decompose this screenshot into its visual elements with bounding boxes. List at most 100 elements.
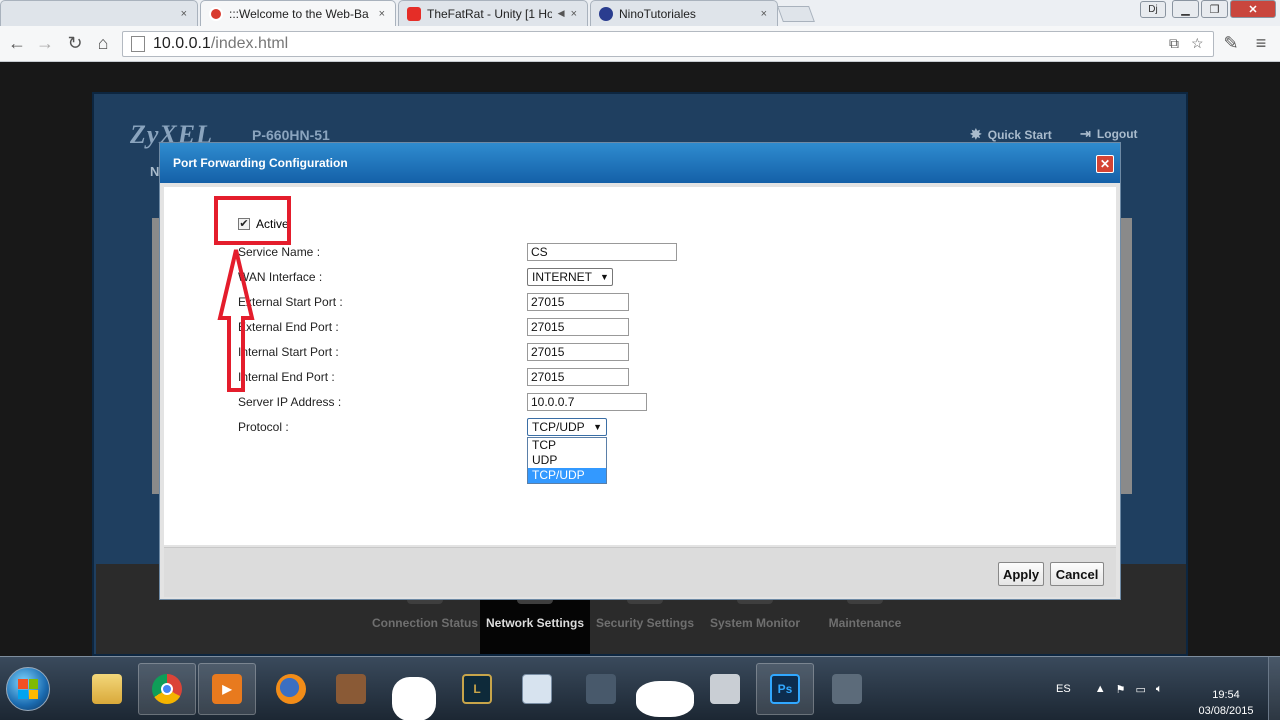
user-profile-badge[interactable]: Dj bbox=[1140, 1, 1166, 18]
taskbar-firefox[interactable] bbox=[262, 663, 320, 715]
dialog-body: ✔ Active Service Name : CS WAN Interface… bbox=[164, 187, 1116, 545]
firefox-icon bbox=[276, 674, 306, 704]
tab-title: :::Welcome to the Web-Ba bbox=[229, 6, 369, 21]
router-favicon-icon bbox=[209, 6, 223, 21]
internal-end-port-field[interactable]: 27015 bbox=[527, 368, 629, 386]
tab-close-icon[interactable]: × bbox=[181, 8, 187, 20]
youtube-favicon-icon bbox=[407, 6, 421, 21]
clock-time: 19:54 bbox=[1212, 689, 1240, 701]
apply-button[interactable]: Apply bbox=[998, 562, 1044, 586]
chevron-down-icon: ▼ bbox=[600, 272, 609, 282]
browser-tab-2[interactable]: :::Welcome to the Web-Ba × bbox=[200, 0, 396, 26]
restore-button[interactable]: ❐ bbox=[1201, 0, 1228, 18]
counter-strike-icon bbox=[586, 674, 616, 704]
tab-close-icon[interactable]: × bbox=[761, 8, 767, 20]
dialog-title: Port Forwarding Configuration bbox=[160, 143, 1120, 183]
forward-arrow-icon[interactable]: → bbox=[34, 32, 56, 54]
menu-icon[interactable]: ≡ bbox=[1250, 32, 1272, 54]
external-start-port-field[interactable]: 27015 bbox=[527, 293, 629, 311]
wan-interface-select[interactable]: INTERNET ▼ bbox=[527, 268, 613, 286]
tab-close-icon[interactable]: × bbox=[379, 8, 385, 20]
taskbar-keyboard[interactable] bbox=[508, 663, 566, 715]
taskbar-game-1[interactable] bbox=[322, 663, 380, 715]
clock-date: 03/08/2015 bbox=[1198, 705, 1254, 717]
protocol-label: Protocol : bbox=[238, 420, 289, 434]
taskbar-joystick[interactable] bbox=[818, 663, 876, 715]
server-ip-field[interactable]: 10.0.0.7 bbox=[527, 393, 647, 411]
system-clock[interactable]: 19:54 03/08/2015 bbox=[1196, 687, 1256, 719]
taskbar-photoshop[interactable]: Ps bbox=[756, 663, 814, 715]
speaker-icon: ◀ bbox=[557, 8, 565, 18]
browser-tab-4[interactable]: NinoTutoriales × bbox=[590, 0, 778, 26]
bookmark-star-icon[interactable]: ☆ bbox=[1191, 35, 1204, 52]
window-controls: ▁ ❐ ✕ bbox=[1172, 0, 1276, 18]
home-icon[interactable]: ⌂ bbox=[92, 32, 114, 54]
action-center-flag-icon[interactable]: ⚑ bbox=[1116, 683, 1126, 696]
keyboard-icon bbox=[522, 674, 552, 704]
tab-title: NinoTutoriales bbox=[619, 6, 696, 21]
folder-icon bbox=[92, 674, 122, 704]
service-name-field[interactable]: CS bbox=[527, 243, 677, 261]
pen-extension-icon[interactable]: ✎ bbox=[1220, 32, 1242, 54]
taskbar-controller[interactable] bbox=[696, 663, 754, 715]
redacted-icon bbox=[392, 677, 436, 720]
show-desktop-button[interactable] bbox=[1268, 657, 1280, 720]
site-favicon-icon bbox=[599, 6, 613, 21]
chrome-icon bbox=[152, 674, 182, 704]
game-character-icon bbox=[336, 674, 366, 704]
protocol-option-udp[interactable]: UDP bbox=[528, 453, 606, 468]
language-indicator[interactable]: ES bbox=[1056, 683, 1071, 695]
address-url: 10.0.0.1/index.html bbox=[153, 35, 289, 52]
quick-start-label: Quick Start bbox=[987, 127, 1052, 142]
external-end-port-field[interactable]: 27015 bbox=[527, 318, 629, 336]
cancel-button[interactable]: Cancel bbox=[1050, 562, 1104, 586]
taskbar-explorer[interactable] bbox=[78, 663, 136, 715]
volume-icon[interactable]: 🔈︎ bbox=[1156, 683, 1163, 696]
windows-taskbar: ▶ L Ps ES ▲ ⚑ ▭ 🔈︎ 19:54 03/08/2015 bbox=[0, 656, 1280, 720]
protocol-option-tcp-udp[interactable]: TCP/UDP bbox=[528, 468, 606, 483]
taskbar-chrome[interactable] bbox=[138, 663, 196, 715]
league-icon: L bbox=[462, 674, 492, 704]
new-tab-button[interactable] bbox=[777, 6, 815, 22]
annotation-up-arrow-icon bbox=[217, 249, 255, 392]
translate-icon[interactable]: ⧉ bbox=[1169, 35, 1179, 52]
network-icon[interactable]: ▭ bbox=[1135, 683, 1145, 696]
tray-overflow-chevron-icon[interactable]: ▲ bbox=[1095, 683, 1106, 695]
server-ip-label: Server IP Address : bbox=[238, 395, 342, 409]
protocol-option-tcp[interactable]: TCP bbox=[528, 438, 606, 453]
internal-start-port-field[interactable]: 27015 bbox=[527, 343, 629, 361]
back-arrow-icon[interactable]: ← bbox=[6, 32, 28, 54]
chevron-down-icon: ▼ bbox=[593, 422, 602, 432]
protocol-select[interactable]: TCP/UDP ▼ bbox=[527, 418, 607, 436]
logout-icon: ⇥ bbox=[1080, 126, 1091, 141]
browser-tab-3[interactable]: TheFatRat - Unity [1 Ho ◀ × bbox=[398, 0, 588, 26]
media-player-icon: ▶ bbox=[212, 674, 242, 704]
tab-title: TheFatRat - Unity [1 Ho bbox=[427, 6, 552, 21]
start-button[interactable] bbox=[6, 667, 50, 711]
taskbar-league[interactable]: L bbox=[448, 663, 506, 715]
router-nav-heading: N bbox=[150, 164, 160, 179]
address-bar[interactable]: 10.0.0.1/index.html ⧉ ☆ bbox=[122, 31, 1214, 57]
redacted-icon bbox=[636, 681, 694, 717]
taskbar-media-player[interactable]: ▶ bbox=[198, 663, 256, 715]
browser-tab-1[interactable]: × bbox=[0, 0, 198, 26]
reload-icon[interactable]: ↻ bbox=[64, 32, 86, 54]
dialog-footer: Apply Cancel bbox=[164, 547, 1116, 597]
joystick-icon bbox=[832, 674, 862, 704]
logout-link[interactable]: ⇥ Logout bbox=[1080, 126, 1138, 142]
photoshop-icon: Ps bbox=[770, 674, 800, 704]
minimize-button[interactable]: ▁ bbox=[1172, 0, 1199, 18]
port-forwarding-dialog: Port Forwarding Configuration ✕ ✔ Active… bbox=[159, 142, 1121, 600]
taskbar-counter-strike[interactable] bbox=[572, 663, 630, 715]
annotation-highlight-box bbox=[214, 196, 291, 245]
windows-logo-icon bbox=[18, 679, 38, 699]
game-controller-icon bbox=[710, 674, 740, 704]
system-tray: ES ▲ ⚑ ▭ 🔈︎ bbox=[1056, 657, 1162, 720]
dialog-close-icon[interactable]: ✕ bbox=[1096, 155, 1114, 173]
browser-toolbar: ← → ↻ ⌂ 10.0.0.1/index.html ⧉ ☆ ✎ ≡ bbox=[0, 26, 1280, 62]
router-model: P-660HN-51 bbox=[252, 127, 330, 143]
page-icon bbox=[131, 36, 145, 52]
close-window-button[interactable]: ✕ bbox=[1230, 0, 1276, 18]
quick-start-link[interactable]: ✸ Quick Start bbox=[970, 126, 1052, 143]
tab-close-icon[interactable]: × bbox=[571, 8, 577, 20]
